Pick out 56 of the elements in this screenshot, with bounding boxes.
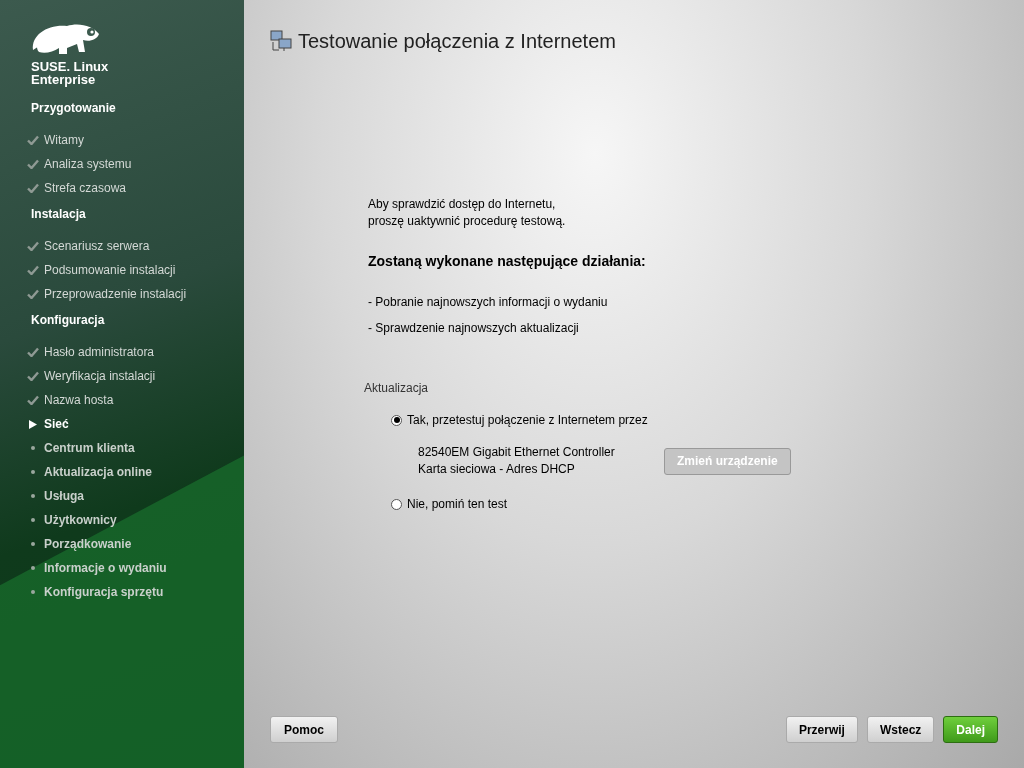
arrow-icon — [29, 419, 37, 429]
check-icon — [27, 395, 39, 405]
check-icon — [27, 135, 39, 145]
action-item: - Pobranie najnowszych informacji o wydaniu — [368, 294, 609, 311]
sidebar-step: Weryfikacja instalacji — [27, 364, 244, 388]
sidebar-step: Przeprowadzenie instalacji — [27, 282, 244, 306]
check-icon — [27, 265, 39, 275]
action-item: - Sprawdzenie najnowszych aktualizacji — [368, 320, 580, 337]
bullet-icon — [31, 542, 35, 546]
radio-label[interactable]: Tak, przetestuj połączenie z Internetem przez — [407, 411, 648, 429]
sidebar-step: Informacje o wydaniu — [27, 556, 244, 580]
sidebar-step: Strefa czasowa — [27, 176, 244, 200]
check-icon — [27, 159, 39, 169]
footer-button[interactable]: Wstecz — [866, 716, 935, 743]
sidebar-step: Nazwa hosta — [27, 388, 244, 412]
sidebar-step: Witamy — [27, 128, 244, 152]
radio-button[interactable] — [391, 498, 402, 510]
device-info: 82540EM Gigabit Ethernet Controller — [418, 444, 616, 461]
bullet-icon — [31, 446, 35, 450]
sidebar-section-title: Konfiguracja — [31, 312, 106, 329]
group-label: Aktualizacja — [364, 380, 430, 397]
sidebar-step: Sieć — [27, 412, 244, 436]
sidebar-step: Porządkowanie — [27, 532, 244, 556]
sidebar-step: Aktualizacja online — [27, 460, 244, 484]
bullet-icon — [31, 518, 35, 522]
sidebar-step: Centrum klienta — [27, 436, 244, 460]
network-computers-icon — [270, 30, 292, 52]
device-info: Karta sieciowa - Adres DHCP — [418, 461, 576, 478]
help-button[interactable]: Pomoc — [270, 716, 338, 743]
radio-button[interactable] — [391, 414, 402, 426]
sidebar-section-title: Instalacja — [31, 206, 87, 223]
radio-label[interactable]: Nie, pomiń ten test — [407, 495, 508, 513]
brand-name: SUSE. Linux — [31, 60, 110, 73]
bullet-icon — [31, 494, 35, 498]
sidebar-step: Analiza systemu — [27, 152, 244, 176]
sidebar-step: Użytkownicy — [27, 508, 244, 532]
check-icon — [27, 241, 39, 251]
intro-text: proszę uaktywnić procedurę testową. — [368, 213, 567, 230]
sidebar-step: Hasło administratora — [27, 340, 244, 364]
intro-text: Aby sprawdzić dostęp do Internetu, — [368, 196, 557, 213]
page-title: Testowanie połączenia z Internetem — [298, 29, 616, 54]
bullet-icon — [31, 590, 35, 594]
check-icon — [27, 289, 39, 299]
bullet-icon — [31, 470, 35, 474]
sidebar-step: Scenariusz serwera — [27, 234, 244, 258]
bullet-icon — [31, 566, 35, 570]
actions-heading: Zostaną wykonane następujące działania: — [368, 252, 647, 271]
check-icon — [27, 347, 39, 357]
sidebar-step: Konfiguracja sprzętu — [27, 580, 244, 604]
sidebar-step: Usługa — [27, 484, 244, 508]
check-icon — [27, 371, 39, 381]
sidebar-section-title: Przygotowanie — [31, 100, 117, 117]
sidebar-step: Podsumowanie instalacji — [27, 258, 244, 282]
check-icon — [27, 183, 39, 193]
footer-button[interactable]: Przerwij — [785, 716, 858, 743]
brand-name: Enterprise — [31, 73, 97, 86]
